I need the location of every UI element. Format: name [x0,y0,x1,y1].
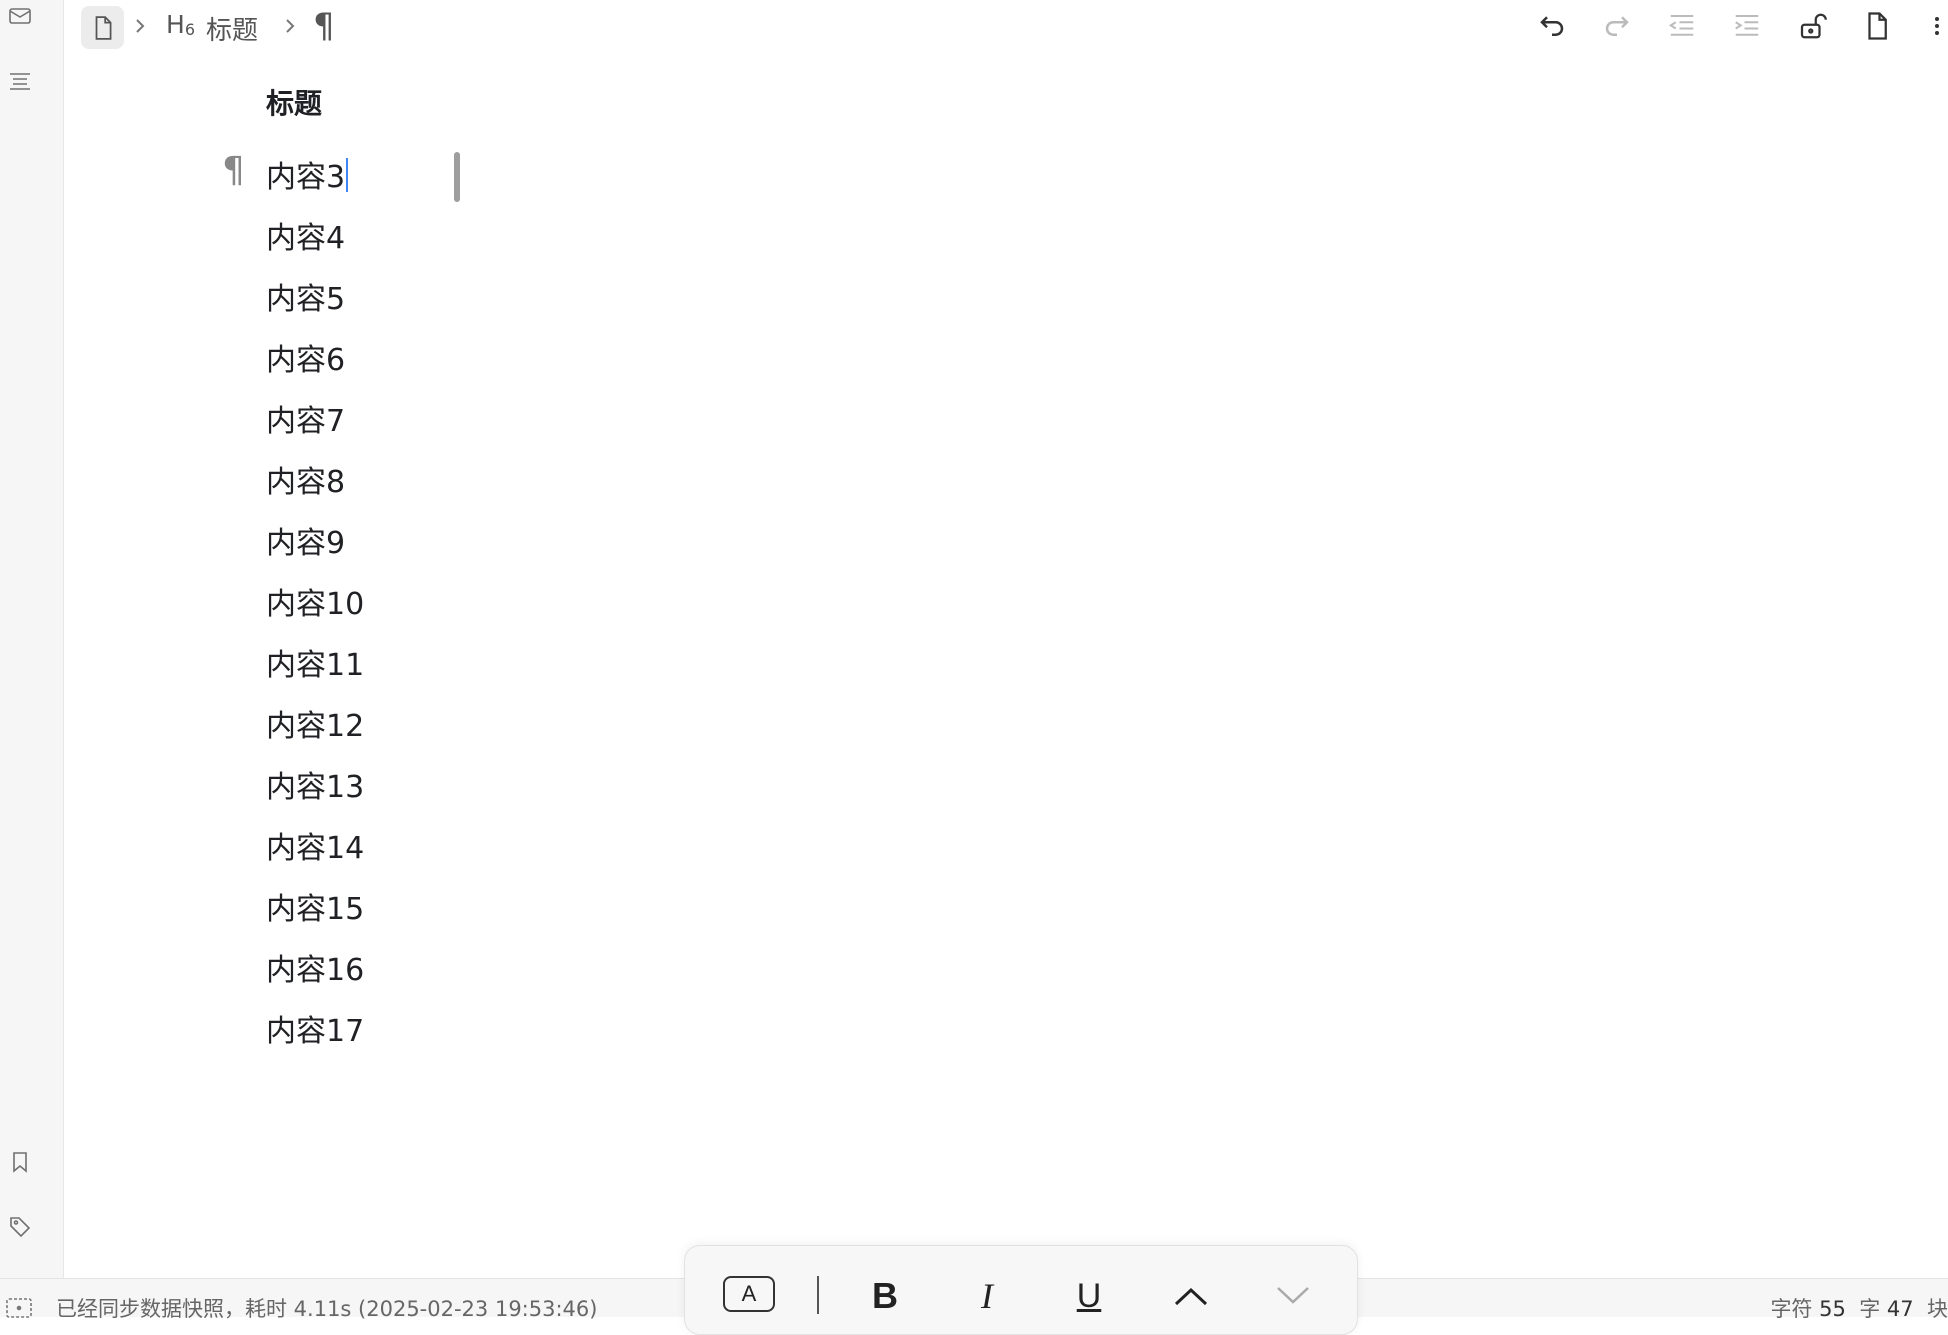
bold-button[interactable]: B [865,1275,905,1316]
italic-button[interactable]: I [967,1276,1007,1316]
undo-icon[interactable] [1535,9,1569,43]
paragraph[interactable]: 内容5 [266,274,345,318]
document-icon[interactable] [81,6,124,49]
chars-count: 55 [1819,1297,1846,1321]
breadcrumb-heading[interactable]: 标题 [206,10,258,47]
tag-icon[interactable] [8,1214,32,1238]
words-label: 字 [1859,1297,1881,1321]
paragraph[interactable]: 内容13 [266,762,364,806]
outline-icon[interactable] [8,70,32,94]
chevron-up-icon[interactable] [1169,1276,1213,1316]
heading-level-number: 6 [184,20,195,39]
heading-level-letter: H [166,10,185,39]
chevron-right-icon [280,14,300,38]
left-dock [0,0,64,1278]
breadcrumb-heading-level[interactable]: H6 [166,10,195,39]
chevron-down-icon[interactable] [1271,1276,1315,1316]
breadcrumb-paragraph[interactable]: ¶ [313,6,335,46]
paragraph[interactable]: 内容16 [266,945,364,989]
file-icon[interactable] [1860,9,1894,43]
paragraph-text: 内容3 [266,160,346,195]
paragraph[interactable]: 内容15 [266,884,364,928]
paragraph[interactable]: 内容11 [266,640,364,684]
outdent-icon[interactable] [1665,9,1699,43]
paragraph[interactable]: 内容17 [266,1006,364,1050]
font-style-button[interactable]: A [723,1276,775,1312]
sync-status-icon[interactable] [4,1295,34,1319]
text-caret [346,158,349,192]
chars-label: 字符 [1770,1297,1813,1321]
bookmark-icon[interactable] [8,1150,32,1174]
paragraph[interactable]: 内容14 [266,823,364,867]
underline-button[interactable]: U [1069,1276,1109,1316]
paragraph[interactable]: 内容8 [266,457,345,501]
paragraph[interactable]: 内容3 [266,152,349,196]
redo-icon[interactable] [1600,9,1634,43]
mail-icon[interactable] [8,4,32,28]
editor[interactable]: 标题 ¶ 内容3 内容4 内容5 内容6 内容7 内容8 内容9 内容10 内容… [64,52,1948,1278]
words-count: 47 [1886,1297,1914,1321]
paragraph[interactable]: 内容10 [266,579,364,623]
more-icon[interactable] [1926,9,1948,43]
blocks-label: 块 [1927,1297,1948,1321]
paragraph-block-icon[interactable]: ¶ [222,150,245,191]
paragraph[interactable]: 内容6 [266,335,345,379]
paragraph[interactable]: 内容4 [266,213,345,257]
paragraph[interactable]: 内容12 [266,701,364,745]
chevron-right-icon [130,14,150,38]
top-bar: H6 标题 ¶ [64,0,1948,52]
paragraph[interactable]: 内容7 [266,396,345,440]
toolbar-divider [817,1276,819,1314]
indent-icon[interactable] [1730,9,1764,43]
heading-block[interactable]: 标题 [266,82,322,122]
lock-icon[interactable] [1795,9,1829,43]
status-message: 已经同步数据快照，耗时 4.11s (2025-02-23 19:53:46) [56,1297,598,1321]
paragraph[interactable]: 内容9 [266,518,345,562]
format-toolbar: A B I U [684,1245,1358,1335]
block-resize-handle[interactable] [454,152,460,202]
document-stats: 字符 55 字 47 块 [1770,1293,1948,1323]
